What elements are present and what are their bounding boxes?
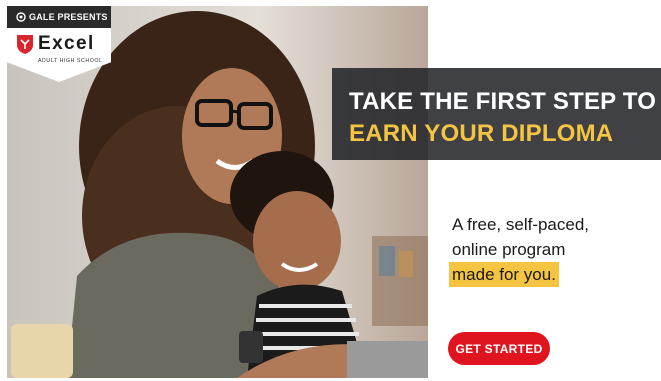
presenter-text: GALE PRESENTS (29, 12, 108, 22)
brand-name: Excel (38, 33, 95, 54)
subcopy-line-1: A free, self-paced, (452, 215, 590, 234)
badge-header: GALE PRESENTS (7, 6, 111, 28)
headline-line-1: TAKE THE FIRST STEP TO (349, 88, 657, 115)
brand-subtitle: ADULT HIGH SCHOOL (38, 58, 103, 64)
subcopy-highlight: made for you. (449, 262, 559, 287)
headline-line-2: EARN YOUR DIPLOMA (349, 120, 614, 147)
ad-banner[interactable]: GALE PRESENTS Excel ADULT HIGH SCHOOL TA… (0, 0, 661, 381)
get-started-button[interactable]: GET STARTED (448, 332, 550, 365)
gale-logo-icon (16, 12, 26, 22)
shield-icon (17, 35, 33, 54)
subcopy: A free, self-paced, online program made … (449, 212, 652, 287)
subcopy-line-2: online program (452, 240, 566, 259)
headline-band: TAKE THE FIRST STEP TO EARN YOUR DIPLOMA (332, 68, 661, 160)
